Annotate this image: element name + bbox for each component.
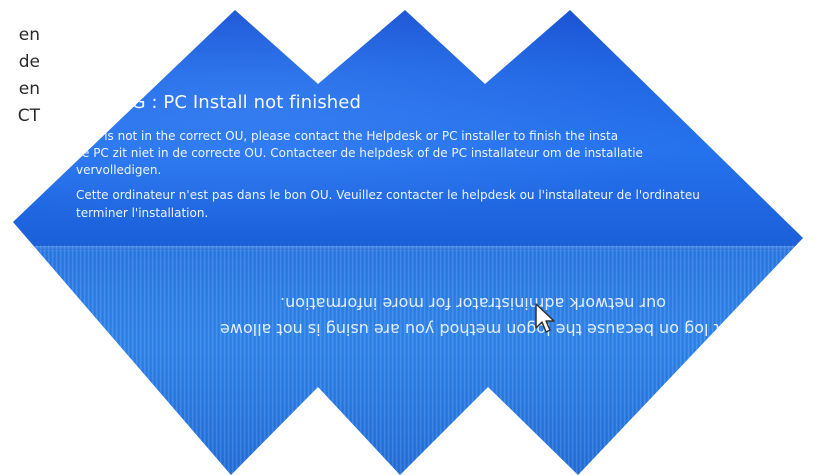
background-text-fragments: en de en CT	[0, 22, 40, 130]
warning-message-nl-cont: vervolledigen.	[76, 163, 162, 177]
warning-message-en: C is not in the correct OU, please conta…	[92, 129, 619, 143]
background-text-line: en	[18, 25, 40, 45]
reflected-logon-message-line1: our network administrator for more infor…	[280, 294, 666, 313]
warning-message-fr: Cette ordinateur n'est pas dans le bon O…	[76, 188, 700, 202]
warning-title: NG : PC Install not finished	[118, 92, 362, 113]
screen-photo: NG : PC Install not finished C is not in…	[13, 10, 803, 475]
scanline-texture	[13, 245, 803, 475]
background-text-line: en	[18, 79, 40, 99]
reflected-logon-message-line2: not log on because the logon method you …	[220, 320, 740, 339]
mouse-pointer-icon	[535, 303, 555, 333]
background-text-line: CT	[17, 106, 40, 126]
warning-message-nl: e PC zit niet in de correcte OU. Contact…	[82, 146, 643, 160]
panel-divider	[13, 246, 803, 252]
warning-message-fr-cont: terminer l'installation.	[76, 206, 209, 220]
background-text-line: de	[18, 52, 40, 72]
